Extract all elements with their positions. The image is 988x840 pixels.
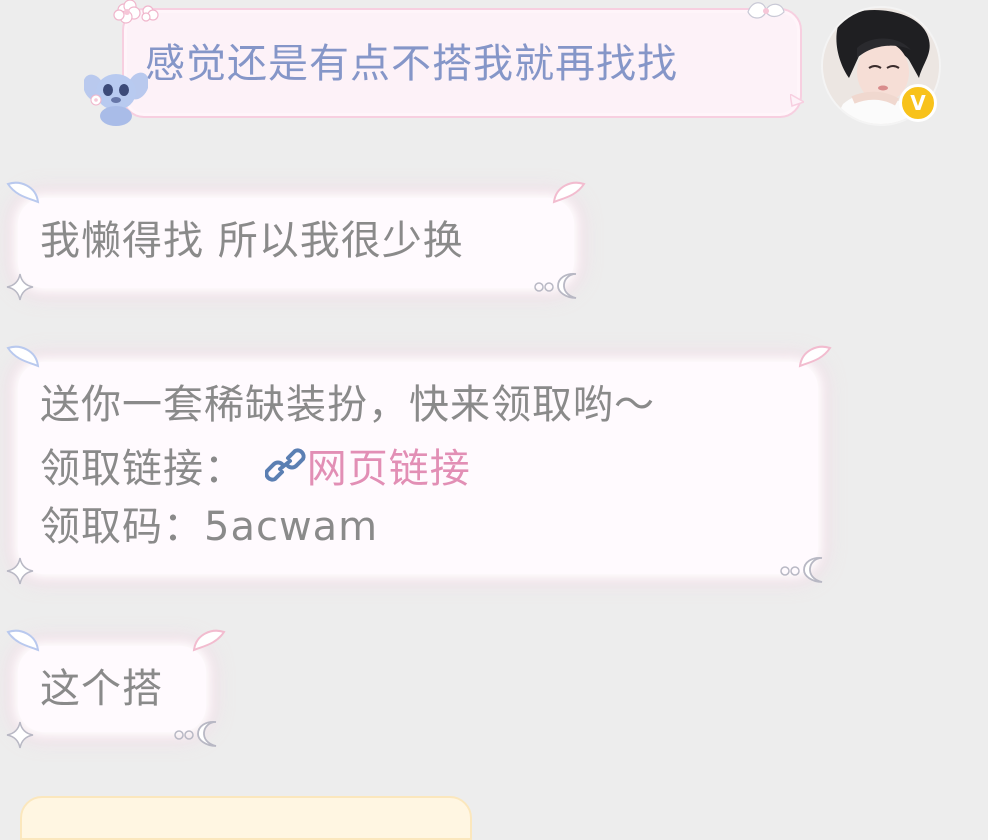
flower-decoration-icon xyxy=(113,0,159,24)
claim-code: 5acwam xyxy=(204,504,379,550)
sparkle-icon xyxy=(6,557,34,585)
moon-icon xyxy=(534,273,577,299)
angel-wing-icon xyxy=(6,345,40,368)
incoming-message-line: 领取链接： 网页链接 xyxy=(40,440,471,498)
angel-wing-icon xyxy=(798,345,832,368)
angel-wing-icon xyxy=(6,181,40,204)
vip-badge: V xyxy=(899,84,937,122)
outgoing-message-text: 感觉还是有点不搭我就再找找 xyxy=(145,41,678,87)
incoming-message-text: 这个搭 xyxy=(40,666,163,712)
sparkle-icon xyxy=(6,273,34,301)
moon-icon xyxy=(780,557,823,583)
incoming-message-line: 领取码：5acwam xyxy=(40,498,378,556)
angel-wing-icon xyxy=(6,629,40,652)
next-message-bubble[interactable] xyxy=(20,796,472,840)
sparkle-icon xyxy=(6,721,34,749)
angel-wing-icon xyxy=(552,181,586,204)
moon-icon xyxy=(174,721,217,747)
link-label: 领取链接： xyxy=(40,446,245,492)
stitch-sticker-icon xyxy=(84,72,148,126)
bubble-tail-decoration xyxy=(790,94,804,107)
code-label: 领取码： xyxy=(40,504,204,550)
ribbon-decoration-icon xyxy=(747,2,785,19)
incoming-message-text: 我懒得找 所以我很少换 xyxy=(40,218,464,264)
angel-wing-icon xyxy=(192,629,226,652)
link-icon xyxy=(264,448,306,482)
web-link[interactable]: 网页链接 xyxy=(307,446,471,492)
incoming-message-line: 送你一套稀缺装扮，快来领取哟～ xyxy=(40,382,655,428)
